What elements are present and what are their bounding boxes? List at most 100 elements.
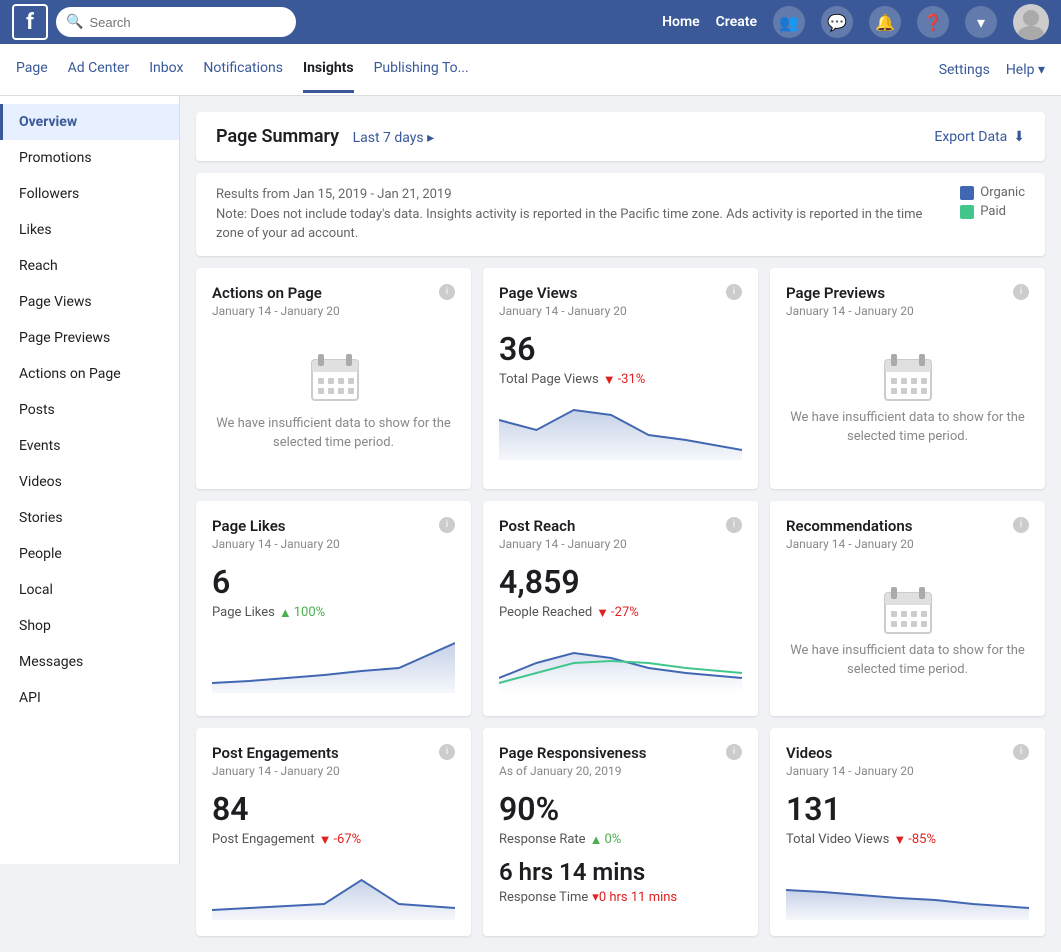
card-label: Post Engagement ▼-67% [212,832,455,848]
info-icon[interactable]: i [439,744,455,760]
avatar[interactable] [1013,4,1049,40]
card-title: Page Views [499,284,627,302]
sidebar-item-shop[interactable]: Shop [0,608,179,644]
sidebar-item-api[interactable]: API [0,680,179,716]
info-dates: Results from Jan 15, 2019 - Jan 21, 2019 [216,185,940,205]
search-icon: 🔍 [66,14,83,30]
page-nav-publishing[interactable]: Publishing To... [374,46,469,93]
sidebar-item-videos[interactable]: Videos [0,464,179,500]
summary-title-area: Page Summary Last 7 days ▸ [216,126,434,147]
card-header: Page Responsiveness As of January 20, 20… [499,744,742,790]
card-title: Page Likes [212,517,340,535]
info-icon[interactable]: i [439,284,455,300]
change-indicator: ▼-85% [893,832,936,848]
card-header: Actions on Page January 14 - January 20 … [212,284,455,330]
sidebar-item-posts[interactable]: Posts [0,392,179,428]
sidebar-item-promotions[interactable]: Promotions [0,140,179,176]
info-icon[interactable]: i [439,517,455,533]
card-title: Page Responsiveness [499,744,647,762]
calendar-icon [883,583,933,641]
change-indicator: ▼-27% [596,605,639,621]
sidebar-item-messages[interactable]: Messages [0,644,179,680]
create-link[interactable]: Create [716,14,757,30]
card-label: Total Video Views ▼-85% [786,832,1029,848]
sidebar-item-likes[interactable]: Likes [0,212,179,248]
response-time-value: 6 hrs 14 mins [499,858,742,886]
card-label: People Reached ▼-27% [499,605,742,621]
sidebar-item-stories[interactable]: Stories [0,500,179,536]
card-date: January 14 - January 20 [499,304,627,318]
mini-chart [212,633,455,693]
messenger-icon-btn[interactable]: 💬 [821,6,853,38]
sidebar-item-followers[interactable]: Followers [0,176,179,212]
insufficient-data: We have insufficient data to show for th… [212,330,455,473]
calendar-icon [310,350,358,402]
facebook-logo[interactable]: f [12,4,48,40]
help-icon-btn[interactable]: ❓ [917,6,949,38]
help-link[interactable]: Help ▾ [1006,62,1045,78]
top-nav-right: Home Create 👥 💬 🔔 ❓ ▾ [662,4,1049,40]
card-date: January 14 - January 20 [499,537,627,551]
card-label: Page Likes ▲100% [212,605,455,621]
info-icon[interactable]: i [726,517,742,533]
info-icon[interactable]: i [1013,284,1029,300]
card-label: Total Page Views ▼-31% [499,372,742,388]
sidebar-item-overview[interactable]: Overview [0,104,179,140]
date-range-btn[interactable]: Last 7 days ▸ [353,130,435,146]
top-search-bar[interactable]: 🔍 [56,7,296,37]
card-date: January 14 - January 20 [786,764,914,778]
card-date: As of January 20, 2019 [499,764,647,778]
card-date: January 14 - January 20 [212,537,340,551]
info-icon[interactable]: i [726,744,742,760]
page-nav-adcenter[interactable]: Ad Center [68,46,130,93]
card-header: Videos January 14 - January 20 i [786,744,1029,790]
page-nav-insights[interactable]: Insights [303,46,354,93]
bell-icon-btn[interactable]: 🔔 [869,6,901,38]
mini-chart [499,633,742,693]
sidebar-item-page-previews[interactable]: Page Previews [0,320,179,356]
page-nav-inbox[interactable]: Inbox [149,46,183,93]
search-input[interactable] [89,15,286,30]
card-header: Page Views January 14 - January 20 i [499,284,742,330]
card-title: Recommendations [786,517,914,535]
export-data-btn[interactable]: Export Data ⬇ [934,129,1025,145]
summary-header: Page Summary Last 7 days ▸ Export Data ⬇ [196,112,1045,161]
account-menu-btn[interactable]: ▾ [965,6,997,38]
info-bar: Results from Jan 15, 2019 - Jan 21, 2019… [196,173,1045,256]
change-indicator: ▼-31% [603,372,646,388]
change-indicator: ▼-67% [319,832,362,848]
card-header: Recommendations January 14 - January 20 … [786,517,1029,563]
card-header: Page Previews January 14 - January 20 i [786,284,1029,330]
organic-label: Organic [980,185,1025,200]
sidebar-item-local[interactable]: Local [0,572,179,608]
top-navigation: f 🔍 Home Create 👥 💬 🔔 ❓ ▾ [0,0,1061,44]
info-bar-text: Results from Jan 15, 2019 - Jan 21, 2019… [216,185,940,244]
sidebar-item-reach[interactable]: Reach [0,248,179,284]
page-nav-page[interactable]: Page [16,46,48,93]
card-value: 36 [499,330,742,368]
card-actions-on-page: Actions on Page January 14 - January 20 … [196,268,471,489]
card-title: Post Reach [499,517,627,535]
card-header: Page Likes January 14 - January 20 i [212,517,455,563]
settings-link[interactable]: Settings [939,62,990,78]
info-icon[interactable]: i [1013,517,1029,533]
sidebar-item-page-views[interactable]: Page Views [0,284,179,320]
people-icon-btn[interactable]: 👥 [773,6,805,38]
card-title: Actions on Page [212,284,340,302]
sidebar-item-actions-on-page[interactable]: Actions on Page [0,356,179,392]
page-nav-notifications[interactable]: Notifications [203,46,283,93]
card-recommendations: Recommendations January 14 - January 20 … [770,501,1045,716]
info-icon[interactable]: i [726,284,742,300]
info-icon[interactable]: i [1013,744,1029,760]
main-layout: Overview Promotions Followers Likes Reac… [0,96,1061,952]
paid-color [960,205,974,219]
calendar-icon [883,350,933,408]
sidebar-item-people[interactable]: People [0,536,179,572]
paid-label: Paid [980,204,1006,219]
card-value: 4,859 [499,563,742,601]
sidebar-item-events[interactable]: Events [0,428,179,464]
sidebar: Overview Promotions Followers Likes Reac… [0,96,180,864]
home-link[interactable]: Home [662,14,700,30]
card-title: Page Previews [786,284,914,302]
card-date: January 14 - January 20 [786,304,914,318]
